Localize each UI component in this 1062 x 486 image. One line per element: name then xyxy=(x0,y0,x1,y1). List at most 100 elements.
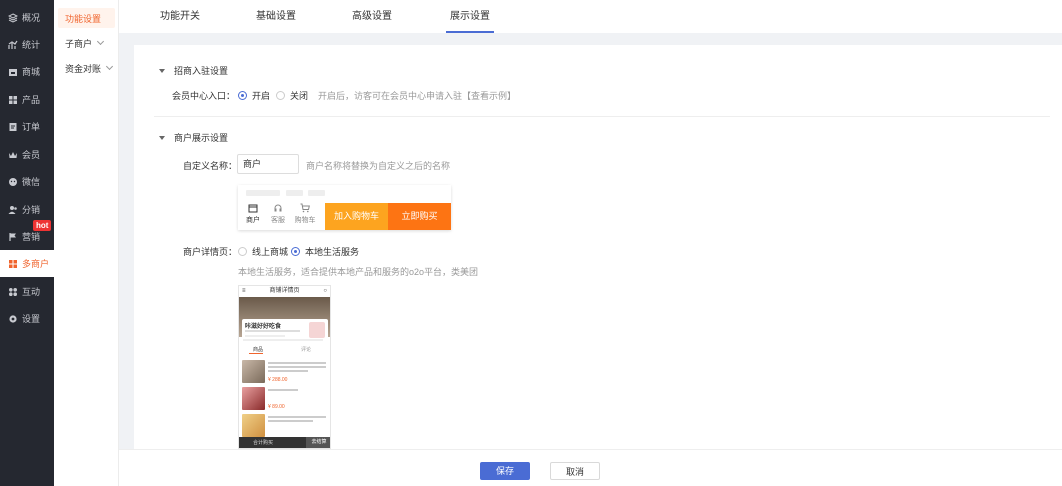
sidebar-item-label: 营销 xyxy=(22,232,41,242)
tab-function-switch[interactable]: 功能开关 xyxy=(160,0,200,33)
entry-label: 会员中心入口： xyxy=(172,91,236,101)
skeleton-line xyxy=(268,366,326,368)
preview-buy-now-button: 立即购买 xyxy=(388,203,451,230)
chevron-down-icon xyxy=(96,37,105,46)
crown-icon xyxy=(7,149,18,160)
phone-shop-card: 咔滋好好吃食 xyxy=(242,319,328,341)
detail-hint: 本地生活服务，适合提供本地产品和服务的o2o平台，类美团 xyxy=(238,267,479,277)
product-price: ¥ 288.00 xyxy=(268,377,288,383)
phone-product-row: ¥ 288.00 xyxy=(242,360,330,384)
sidebar-item-stats[interactable]: 统计 xyxy=(0,31,54,58)
radio-entry-off[interactable]: 关闭 xyxy=(276,89,308,102)
sidebar-item-label: 概况 xyxy=(22,13,41,23)
phone-cart-text: 合计购买 xyxy=(253,440,274,446)
phone-preview: ≡ 商铺详情页 ○ 咔滋好好吃食 商品 评论 ¥ 288.00 ¥ 89.00 … xyxy=(238,285,331,449)
sidebar-item-mall[interactable]: 商城 xyxy=(0,58,54,85)
preview-add-cart-button: 加入购物车 xyxy=(325,203,388,230)
subnav-item-function-settings[interactable]: 功能设置 xyxy=(58,8,115,28)
gear-icon xyxy=(7,313,18,324)
subnav-item-label: 子商户 xyxy=(65,38,93,49)
search-icon: ○ xyxy=(323,288,327,294)
sidebar-item-label: 多商户 xyxy=(22,259,50,269)
sidebar-item-distribution[interactable]: 分销 xyxy=(0,196,54,223)
sidebar-item-label: 微信 xyxy=(22,177,41,187)
subnav-item-reconciliation[interactable]: 资金对账 xyxy=(58,58,115,78)
preview-icon-label: 购物车 xyxy=(294,217,316,224)
skeleton-line xyxy=(245,330,300,332)
radio-online-mall[interactable]: 线上商城 xyxy=(238,245,288,258)
section-merchant-display[interactable]: 商户展示设置 xyxy=(159,131,228,144)
sidebar-item-label: 设置 xyxy=(22,314,41,324)
wechat-icon xyxy=(7,176,18,187)
radio-unchecked-icon xyxy=(276,91,285,100)
tab-basic-settings[interactable]: 基础设置 xyxy=(256,0,296,33)
radio-entry-on[interactable]: 开启 xyxy=(238,89,270,102)
section-merchant-entry[interactable]: 招商入驻设置 xyxy=(159,64,228,77)
sidebar-item-label: 分销 xyxy=(22,205,41,215)
skeleton-line xyxy=(268,416,326,418)
sidebar-item-multi-merchant[interactable]: 多商户 xyxy=(0,250,54,277)
product-bar-preview: 商户 客服 购物车 加入购物车 立即购买 xyxy=(238,185,451,230)
sidebar-item-label: 产品 xyxy=(22,95,41,105)
sidebar-item-overview[interactable]: 概况 xyxy=(0,4,54,31)
sidebar-item-interaction[interactable]: 互动 xyxy=(0,278,54,305)
phone-product-row: ¥ 89.00 xyxy=(242,387,330,411)
custom-name-input[interactable]: 商户 xyxy=(237,154,299,174)
tab-display-settings[interactable]: 展示设置 xyxy=(446,0,494,33)
phone-header: ≡ 商铺详情页 ○ xyxy=(239,286,330,297)
detail-label: 商户详情页： xyxy=(183,247,238,257)
skeleton-line xyxy=(268,370,308,372)
skeleton-line xyxy=(268,420,313,422)
merchant-icon xyxy=(7,258,18,269)
menu-icon: ≡ xyxy=(242,288,246,294)
sidebar-item-orders[interactable]: 订单 xyxy=(0,113,54,140)
phone-checkout: 去结算 xyxy=(306,437,330,448)
skeleton-line xyxy=(268,362,326,364)
main-sidebar: 概况 统计 商城 产品 订单 会员 微信 分销 营销 多商户 互动 设置 hot xyxy=(0,0,54,486)
tab-advanced-settings[interactable]: 高级设置 xyxy=(352,0,392,33)
hot-badge: hot xyxy=(33,220,52,231)
phone-tab: 评论 xyxy=(301,347,312,353)
phone-bottom-bar: 合计购买 去结算 xyxy=(239,437,330,448)
radio-label: 开启 xyxy=(252,91,271,101)
sidebar-item-label: 商城 xyxy=(22,67,41,77)
sidebar-item-members[interactable]: 会员 xyxy=(0,141,54,168)
shop-icon xyxy=(7,66,18,77)
tab-bar: 功能开关 基础设置 高级设置 展示设置 xyxy=(119,0,1062,33)
users-icon xyxy=(7,204,18,215)
preview-service-item: 客服 xyxy=(266,203,290,225)
sidebar-item-wechat[interactable]: 微信 xyxy=(0,168,54,195)
product-thumb xyxy=(242,414,265,437)
preview-icon-label: 商户 xyxy=(246,217,260,224)
section-title: 招商入驻设置 xyxy=(174,66,229,76)
cancel-button[interactable]: 取消 xyxy=(550,462,600,480)
radio-local-service[interactable]: 本地生活服务 xyxy=(291,245,359,258)
skeleton-line xyxy=(243,339,323,341)
section-title: 商户展示设置 xyxy=(174,133,229,143)
tab-indicator xyxy=(249,353,263,354)
subnav-item-label: 功能设置 xyxy=(65,13,102,24)
save-button[interactable]: 保存 xyxy=(480,462,530,480)
section-divider xyxy=(154,116,1050,117)
sidebar-item-settings[interactable]: 设置 xyxy=(0,305,54,332)
skeleton-line xyxy=(308,190,325,196)
settings-card: 招商入驻设置 会员中心入口： 开启 关闭 开启后，访客可在会员中心申请入驻【查看… xyxy=(134,45,1062,449)
sidebar-item-products[interactable]: 产品 xyxy=(0,86,54,113)
store-icon xyxy=(248,203,258,213)
caret-down-icon xyxy=(159,68,165,73)
skeleton-line xyxy=(246,190,280,196)
skeleton-line xyxy=(286,190,303,196)
radio-label: 本地生活服务 xyxy=(305,247,360,257)
subnav-item-sub-merchant[interactable]: 子商户 xyxy=(58,33,115,53)
product-thumb xyxy=(242,360,265,383)
sub-sidebar: 功能设置 子商户 资金对账 xyxy=(54,0,119,486)
radio-label: 关闭 xyxy=(290,91,309,101)
headset-icon xyxy=(273,203,283,213)
phone-shop-name: 咔滋好好吃食 xyxy=(245,324,282,330)
phone-product-row xyxy=(242,414,330,438)
apps-icon xyxy=(7,286,18,297)
product-price: ¥ 89.00 xyxy=(268,404,285,410)
radio-label: 线上商城 xyxy=(252,247,289,257)
sidebar-item-label: 订单 xyxy=(22,122,41,132)
flag-icon xyxy=(7,231,18,242)
